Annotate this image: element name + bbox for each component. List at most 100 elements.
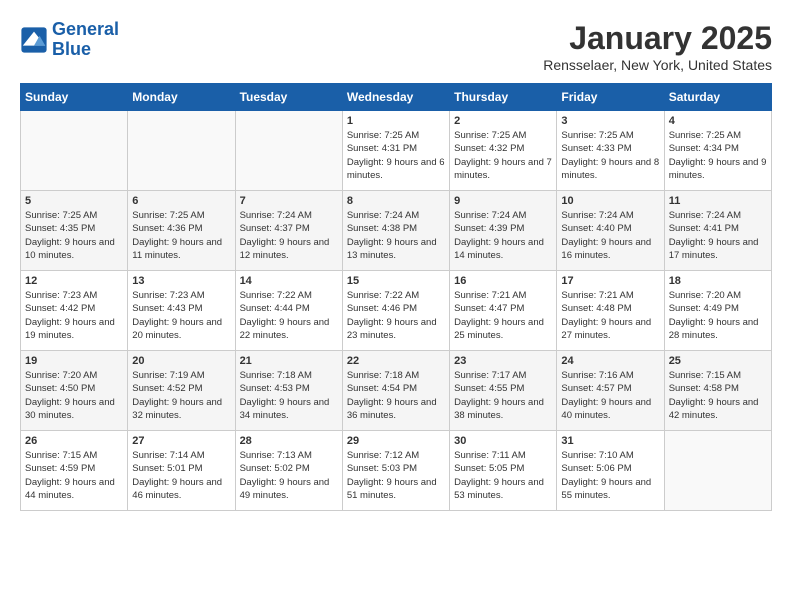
calendar-cell bbox=[128, 111, 235, 191]
day-number: 2 bbox=[454, 115, 552, 127]
day-info: Sunrise: 7:14 AMSunset: 5:01 PMDaylight:… bbox=[132, 449, 230, 502]
day-info: Sunrise: 7:25 AMSunset: 4:34 PMDaylight:… bbox=[669, 129, 767, 182]
day-info: Sunrise: 7:11 AMSunset: 5:05 PMDaylight:… bbox=[454, 449, 552, 502]
day-number: 11 bbox=[669, 195, 767, 207]
day-info: Sunrise: 7:19 AMSunset: 4:52 PMDaylight:… bbox=[132, 369, 230, 422]
day-number: 30 bbox=[454, 435, 552, 447]
day-number: 4 bbox=[669, 115, 767, 127]
day-info: Sunrise: 7:22 AMSunset: 4:46 PMDaylight:… bbox=[347, 289, 445, 342]
day-number: 1 bbox=[347, 115, 445, 127]
column-header-tuesday: Tuesday bbox=[235, 84, 342, 111]
day-info: Sunrise: 7:25 AMSunset: 4:33 PMDaylight:… bbox=[561, 129, 659, 182]
calendar-cell: 7 Sunrise: 7:24 AMSunset: 4:37 PMDayligh… bbox=[235, 191, 342, 271]
calendar-cell: 29 Sunrise: 7:12 AMSunset: 5:03 PMDaylig… bbox=[342, 431, 449, 511]
calendar-cell: 18 Sunrise: 7:20 AMSunset: 4:49 PMDaylig… bbox=[664, 271, 771, 351]
calendar-cell: 10 Sunrise: 7:24 AMSunset: 4:40 PMDaylig… bbox=[557, 191, 664, 271]
day-number: 6 bbox=[132, 195, 230, 207]
day-info: Sunrise: 7:20 AMSunset: 4:49 PMDaylight:… bbox=[669, 289, 767, 342]
calendar-cell: 1 Sunrise: 7:25 AMSunset: 4:31 PMDayligh… bbox=[342, 111, 449, 191]
calendar-cell: 25 Sunrise: 7:15 AMSunset: 4:58 PMDaylig… bbox=[664, 351, 771, 431]
month-title: January 2025 bbox=[543, 20, 772, 57]
day-number: 28 bbox=[240, 435, 338, 447]
day-number: 15 bbox=[347, 275, 445, 287]
day-number: 19 bbox=[25, 355, 123, 367]
week-row-3: 12 Sunrise: 7:23 AMSunset: 4:42 PMDaylig… bbox=[21, 271, 772, 351]
calendar-cell: 12 Sunrise: 7:23 AMSunset: 4:42 PMDaylig… bbox=[21, 271, 128, 351]
calendar-cell: 24 Sunrise: 7:16 AMSunset: 4:57 PMDaylig… bbox=[557, 351, 664, 431]
calendar-cell: 20 Sunrise: 7:19 AMSunset: 4:52 PMDaylig… bbox=[128, 351, 235, 431]
day-info: Sunrise: 7:22 AMSunset: 4:44 PMDaylight:… bbox=[240, 289, 338, 342]
column-header-monday: Monday bbox=[128, 84, 235, 111]
calendar-cell: 11 Sunrise: 7:24 AMSunset: 4:41 PMDaylig… bbox=[664, 191, 771, 271]
logo-icon bbox=[20, 26, 48, 54]
day-number: 29 bbox=[347, 435, 445, 447]
day-info: Sunrise: 7:24 AMSunset: 4:41 PMDaylight:… bbox=[669, 209, 767, 262]
day-number: 20 bbox=[132, 355, 230, 367]
calendar-cell: 28 Sunrise: 7:13 AMSunset: 5:02 PMDaylig… bbox=[235, 431, 342, 511]
column-header-friday: Friday bbox=[557, 84, 664, 111]
day-info: Sunrise: 7:13 AMSunset: 5:02 PMDaylight:… bbox=[240, 449, 338, 502]
day-info: Sunrise: 7:24 AMSunset: 4:39 PMDaylight:… bbox=[454, 209, 552, 262]
calendar-cell: 19 Sunrise: 7:20 AMSunset: 4:50 PMDaylig… bbox=[21, 351, 128, 431]
week-row-5: 26 Sunrise: 7:15 AMSunset: 4:59 PMDaylig… bbox=[21, 431, 772, 511]
day-info: Sunrise: 7:25 AMSunset: 4:36 PMDaylight:… bbox=[132, 209, 230, 262]
day-info: Sunrise: 7:15 AMSunset: 4:58 PMDaylight:… bbox=[669, 369, 767, 422]
calendar-cell: 22 Sunrise: 7:18 AMSunset: 4:54 PMDaylig… bbox=[342, 351, 449, 431]
column-header-saturday: Saturday bbox=[664, 84, 771, 111]
calendar-cell: 13 Sunrise: 7:23 AMSunset: 4:43 PMDaylig… bbox=[128, 271, 235, 351]
calendar-cell: 21 Sunrise: 7:18 AMSunset: 4:53 PMDaylig… bbox=[235, 351, 342, 431]
logo: General Blue bbox=[20, 20, 119, 60]
day-number: 17 bbox=[561, 275, 659, 287]
column-header-thursday: Thursday bbox=[450, 84, 557, 111]
day-number: 12 bbox=[25, 275, 123, 287]
day-info: Sunrise: 7:25 AMSunset: 4:32 PMDaylight:… bbox=[454, 129, 552, 182]
day-number: 10 bbox=[561, 195, 659, 207]
calendar-cell: 14 Sunrise: 7:22 AMSunset: 4:44 PMDaylig… bbox=[235, 271, 342, 351]
day-number: 31 bbox=[561, 435, 659, 447]
calendar-cell: 9 Sunrise: 7:24 AMSunset: 4:39 PMDayligh… bbox=[450, 191, 557, 271]
calendar-cell: 3 Sunrise: 7:25 AMSunset: 4:33 PMDayligh… bbox=[557, 111, 664, 191]
day-number: 16 bbox=[454, 275, 552, 287]
day-number: 5 bbox=[25, 195, 123, 207]
calendar-cell: 8 Sunrise: 7:24 AMSunset: 4:38 PMDayligh… bbox=[342, 191, 449, 271]
day-number: 9 bbox=[454, 195, 552, 207]
day-number: 26 bbox=[25, 435, 123, 447]
calendar-cell: 2 Sunrise: 7:25 AMSunset: 4:32 PMDayligh… bbox=[450, 111, 557, 191]
calendar-cell: 27 Sunrise: 7:14 AMSunset: 5:01 PMDaylig… bbox=[128, 431, 235, 511]
day-info: Sunrise: 7:24 AMSunset: 4:38 PMDaylight:… bbox=[347, 209, 445, 262]
day-info: Sunrise: 7:18 AMSunset: 4:54 PMDaylight:… bbox=[347, 369, 445, 422]
day-info: Sunrise: 7:10 AMSunset: 5:06 PMDaylight:… bbox=[561, 449, 659, 502]
week-row-2: 5 Sunrise: 7:25 AMSunset: 4:35 PMDayligh… bbox=[21, 191, 772, 271]
header-row: SundayMondayTuesdayWednesdayThursdayFrid… bbox=[21, 84, 772, 111]
day-info: Sunrise: 7:15 AMSunset: 4:59 PMDaylight:… bbox=[25, 449, 123, 502]
calendar-cell: 15 Sunrise: 7:22 AMSunset: 4:46 PMDaylig… bbox=[342, 271, 449, 351]
day-info: Sunrise: 7:23 AMSunset: 4:42 PMDaylight:… bbox=[25, 289, 123, 342]
day-info: Sunrise: 7:20 AMSunset: 4:50 PMDaylight:… bbox=[25, 369, 123, 422]
location-title: Rensselaer, New York, United States bbox=[543, 57, 772, 73]
calendar-cell: 5 Sunrise: 7:25 AMSunset: 4:35 PMDayligh… bbox=[21, 191, 128, 271]
calendar-cell: 31 Sunrise: 7:10 AMSunset: 5:06 PMDaylig… bbox=[557, 431, 664, 511]
week-row-1: 1 Sunrise: 7:25 AMSunset: 4:31 PMDayligh… bbox=[21, 111, 772, 191]
day-info: Sunrise: 7:24 AMSunset: 4:37 PMDaylight:… bbox=[240, 209, 338, 262]
day-number: 22 bbox=[347, 355, 445, 367]
calendar-cell bbox=[235, 111, 342, 191]
calendar-table: SundayMondayTuesdayWednesdayThursdayFrid… bbox=[20, 83, 772, 511]
day-info: Sunrise: 7:16 AMSunset: 4:57 PMDaylight:… bbox=[561, 369, 659, 422]
day-number: 27 bbox=[132, 435, 230, 447]
day-number: 21 bbox=[240, 355, 338, 367]
calendar-cell bbox=[664, 431, 771, 511]
calendar-cell: 23 Sunrise: 7:17 AMSunset: 4:55 PMDaylig… bbox=[450, 351, 557, 431]
day-info: Sunrise: 7:18 AMSunset: 4:53 PMDaylight:… bbox=[240, 369, 338, 422]
day-info: Sunrise: 7:17 AMSunset: 4:55 PMDaylight:… bbox=[454, 369, 552, 422]
day-number: 14 bbox=[240, 275, 338, 287]
week-row-4: 19 Sunrise: 7:20 AMSunset: 4:50 PMDaylig… bbox=[21, 351, 772, 431]
day-number: 24 bbox=[561, 355, 659, 367]
calendar-cell: 17 Sunrise: 7:21 AMSunset: 4:48 PMDaylig… bbox=[557, 271, 664, 351]
day-number: 18 bbox=[669, 275, 767, 287]
column-header-wednesday: Wednesday bbox=[342, 84, 449, 111]
day-info: Sunrise: 7:21 AMSunset: 4:47 PMDaylight:… bbox=[454, 289, 552, 342]
day-number: 3 bbox=[561, 115, 659, 127]
day-info: Sunrise: 7:25 AMSunset: 4:31 PMDaylight:… bbox=[347, 129, 445, 182]
day-info: Sunrise: 7:25 AMSunset: 4:35 PMDaylight:… bbox=[25, 209, 123, 262]
calendar-cell: 26 Sunrise: 7:15 AMSunset: 4:59 PMDaylig… bbox=[21, 431, 128, 511]
